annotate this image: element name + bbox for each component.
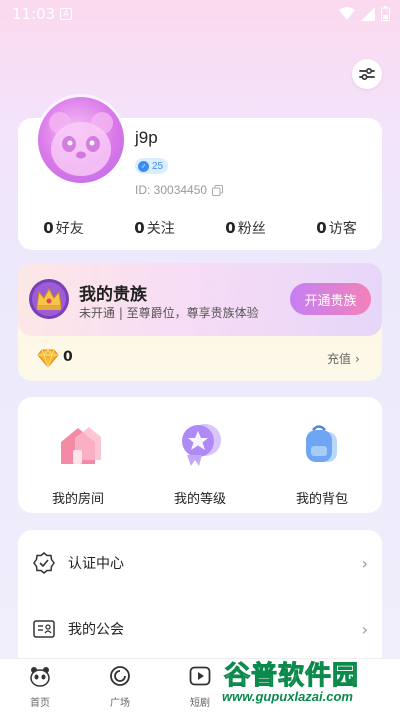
gender-age-badge: ♂ 25	[135, 158, 169, 174]
backpack-icon	[306, 425, 337, 462]
male-icon: ♂	[138, 160, 149, 172]
age-value: 25	[152, 160, 164, 172]
stat-friends-count: 0	[43, 219, 54, 237]
nav-square[interactable]: 广场	[90, 665, 150, 709]
diamond-count: 0	[63, 349, 73, 365]
watermark-url: www.gupuxlazai.com	[222, 689, 353, 704]
open-noble-button[interactable]: 开通贵族	[290, 283, 371, 315]
chevron-right-icon: ›	[361, 553, 368, 573]
stat-fans-label: 粉丝	[237, 221, 266, 237]
chevron-right-icon: ›	[355, 351, 360, 366]
username: j9p	[135, 128, 158, 147]
stat-following-label: 关注	[146, 221, 175, 237]
menu-item-my-guild-label: 我的公会	[68, 622, 124, 638]
noble-subtitle: 未开通 | 至尊爵位，尊享贵族体验	[79, 306, 259, 320]
chevron-right-icon: ›	[361, 619, 368, 639]
menu-item-verification-label: 认证中心	[68, 556, 124, 572]
verify-icon	[33, 552, 55, 574]
feature-my-room-label: 我的房间	[51, 492, 104, 507]
level-badge-icon	[182, 424, 221, 466]
wifi-icon	[339, 6, 355, 20]
stat-visitors-count: 0	[316, 219, 327, 237]
status-time: 11:03	[12, 5, 56, 23]
diamond-icon	[37, 349, 59, 368]
recharge-link[interactable]: 充值 ›	[327, 350, 360, 367]
feature-my-backpack[interactable]: 我的背包	[277, 420, 367, 507]
stat-friends-label: 好友	[55, 221, 84, 237]
feature-my-level[interactable]: 我的等级	[155, 420, 245, 507]
avatar[interactable]	[38, 97, 124, 183]
feature-my-backpack-label: 我的背包	[295, 492, 348, 507]
menu-item-my-guild[interactable]: 我的公会 ›	[18, 609, 382, 649]
house-icon	[61, 427, 101, 464]
panda-home-icon	[30, 667, 50, 687]
square-icon	[110, 666, 130, 686]
user-id-row: ID: 30034450	[135, 183, 224, 197]
sliders-icon	[359, 67, 375, 81]
user-id: ID: 30034450	[135, 183, 208, 197]
filter-settings-button[interactable]	[352, 59, 382, 89]
stat-fans[interactable]: 0 粉丝	[225, 218, 265, 238]
notification-a-icon: A	[60, 8, 72, 20]
feature-my-room[interactable]: 我的房间	[33, 420, 123, 507]
panda-avatar-icon	[49, 112, 113, 176]
watermark-text: 谷普软件园	[223, 661, 360, 692]
status-bar: 11:03 A	[0, 0, 400, 28]
watermark: 谷普软件园 www.gupuxlazai.com	[218, 649, 398, 711]
nav-square-label: 广场	[110, 698, 130, 709]
stat-fans-count: 0	[225, 219, 236, 237]
nav-home-label: 首页	[30, 698, 50, 709]
stat-following[interactable]: 0 关注	[134, 218, 174, 238]
stat-following-count: 0	[134, 219, 145, 237]
profile-stats: 0 好友 0 关注 0 粉丝 0 访客	[18, 218, 382, 238]
status-icons	[339, 6, 390, 21]
stat-visitors-label: 访客	[328, 221, 357, 237]
guild-card-icon	[33, 620, 55, 638]
copy-icon[interactable]	[212, 184, 224, 196]
stat-friends[interactable]: 0 好友	[43, 218, 83, 238]
recharge-label: 充值	[327, 352, 352, 366]
crown-icon	[29, 279, 69, 319]
nav-home[interactable]: 首页	[10, 665, 70, 709]
noble-title: 我的贵族	[79, 285, 147, 305]
stat-visitors[interactable]: 0 访客	[316, 218, 356, 238]
menu-item-verification[interactable]: 认证中心 ›	[18, 543, 382, 583]
signal-icon	[361, 6, 375, 21]
feature-my-level-label: 我的等级	[173, 492, 226, 507]
battery-icon	[381, 6, 390, 21]
play-icon	[189, 666, 211, 686]
